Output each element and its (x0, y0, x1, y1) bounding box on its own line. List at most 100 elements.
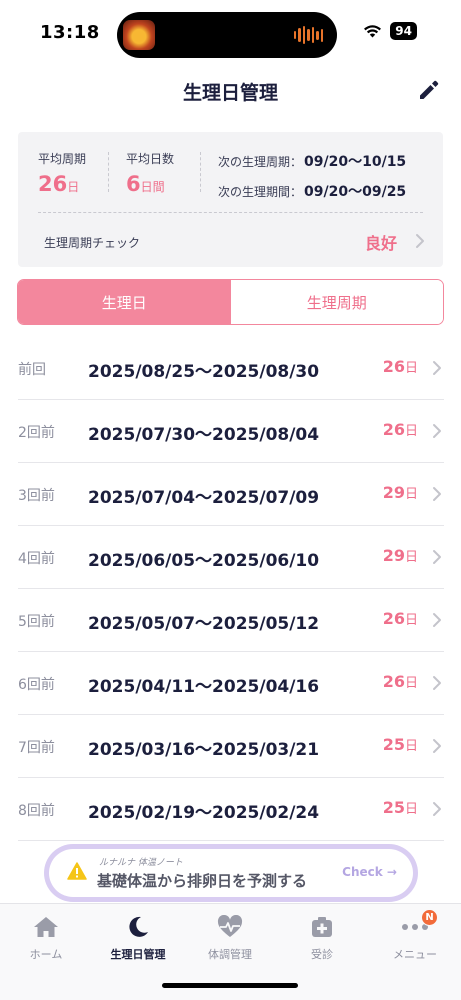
history-cycle-days: 26 (382, 609, 405, 628)
history-date-range: 2025/02/19〜2025/02/24 (88, 803, 320, 823)
tab-home[interactable]: ホーム (0, 912, 92, 962)
history-cycle-days: 26 (382, 357, 405, 376)
history-cycle-days: 26 (382, 672, 405, 691)
history-date-range: 2025/06/05〜2025/06/10 (88, 551, 320, 571)
wifi-icon (364, 25, 382, 38)
home-icon (34, 917, 58, 937)
chevron-right-icon (433, 550, 441, 564)
tab-condition[interactable]: 体調管理 (184, 912, 276, 962)
history-date-range: 2025/05/07〜2025/05/12 (88, 614, 320, 634)
status-bar: 13:18 94 (0, 0, 461, 68)
next-cycle-row: 次の生理周期： 09/20〜10/15 (218, 151, 406, 171)
divider (108, 152, 109, 192)
avg-days-value: 6 (126, 172, 141, 196)
tab-period-days[interactable]: 生理日 (18, 280, 231, 324)
history-index: 8回前 (18, 803, 55, 819)
tab-period-management[interactable]: 生理日管理 (92, 912, 184, 962)
history-index: 7回前 (18, 740, 55, 756)
history-days-unit: 日 (404, 424, 418, 439)
history-index: 3回前 (18, 488, 55, 504)
period-history-list: 前回 2025/08/25〜2025/08/30 26日 2回前 2025/07… (18, 337, 444, 841)
home-indicator[interactable] (162, 983, 298, 988)
banner-check-link[interactable]: Check → (342, 865, 397, 879)
history-cycle-days: 29 (382, 546, 405, 565)
history-row[interactable]: 4回前 2025/06/05〜2025/06/10 29日 (18, 526, 444, 589)
history-row[interactable]: 8回前 2025/02/19〜2025/02/24 25日 (18, 778, 444, 841)
divider (200, 152, 201, 192)
next-period-value: 09/20〜09/25 (304, 184, 407, 200)
history-row[interactable]: 3回前 2025/07/04〜2025/07/09 29日 (18, 463, 444, 526)
history-date-range: 2025/08/25〜2025/08/30 (88, 362, 320, 382)
avg-days-unit: 日間 (140, 180, 165, 194)
edit-button[interactable] (417, 78, 441, 102)
next-period-label: 次の生理期間： (218, 185, 303, 199)
history-cycle-days: 29 (382, 483, 405, 502)
history-index: 5回前 (18, 614, 55, 630)
history-row[interactable]: 5回前 2025/05/07〜2025/05/12 26日 (18, 589, 444, 652)
dynamic-island[interactable] (117, 12, 337, 58)
chevron-right-icon (433, 361, 441, 375)
history-days-unit: 日 (404, 613, 418, 628)
avg-cycle-stat: 平均周期 26日 (38, 150, 86, 196)
temperature-note-banner[interactable]: ルナルナ 体温ノート 基礎体温から排卵日を予測する Check → (44, 844, 418, 902)
chevron-right-icon (416, 234, 424, 248)
history-row[interactable]: 7回前 2025/03/16〜2025/03/21 25日 (18, 715, 444, 778)
moon-icon (129, 916, 148, 937)
tab-period-management-label: 生理日管理 (110, 948, 166, 961)
heart-pulse-icon (217, 915, 243, 937)
avg-days-label: 平均日数 (126, 152, 175, 166)
tab-cycle[interactable]: 生理周期 (230, 280, 443, 324)
next-period-row: 次の生理期間： 09/20〜09/25 (218, 181, 406, 201)
cycle-check-status: 良好 (364, 234, 397, 253)
new-badge: N (421, 909, 438, 926)
next-cycle-value: 09/20〜10/15 (304, 154, 407, 170)
history-days-unit: 日 (404, 550, 418, 565)
history-index: 6回前 (18, 677, 55, 693)
tab-consultation-label: 受診 (311, 948, 333, 961)
avg-cycle-unit: 日 (67, 180, 80, 194)
tab-consultation[interactable]: 受診 (276, 912, 368, 962)
view-segmented-control: 生理日 生理周期 (17, 279, 444, 325)
history-index: 4回前 (18, 551, 55, 567)
chevron-right-icon (433, 739, 441, 753)
tab-menu-label: メニュー (393, 948, 437, 961)
history-days-unit: 日 (404, 676, 418, 691)
battery-indicator: 94 (390, 22, 417, 40)
audio-waveform-icon (293, 26, 323, 44)
page-title: 生理日管理 (182, 82, 278, 104)
tab-home-label: ホーム (29, 948, 63, 961)
now-playing-artwork (123, 20, 155, 50)
history-row[interactable]: 2回前 2025/07/30〜2025/08/04 26日 (18, 400, 444, 463)
tab-menu[interactable]: N メニュー (369, 909, 461, 962)
avg-days-stat: 平均日数 6日間 (126, 150, 174, 196)
avg-cycle-value: 26 (38, 172, 68, 196)
status-time: 13:18 (40, 22, 100, 43)
warning-icon (67, 862, 87, 880)
cycle-check-label: 生理周期チェック (44, 236, 141, 250)
tab-condition-label: 体調管理 (208, 948, 252, 961)
history-days-unit: 日 (404, 802, 418, 817)
cycle-summary-card: 平均周期 26日 平均日数 6日間 次の生理周期： 09/20〜10/15 次の生… (18, 132, 443, 267)
history-days-unit: 日 (404, 361, 418, 376)
history-index: 前回 (18, 362, 46, 378)
status-icons: 94 (363, 22, 417, 40)
banner-message: 基礎体温から排卵日を予測する (97, 872, 308, 890)
history-days-unit: 日 (404, 487, 418, 502)
history-cycle-days: 25 (382, 798, 405, 817)
chevron-right-icon (433, 676, 441, 690)
chevron-right-icon (433, 487, 441, 501)
history-date-range: 2025/04/11〜2025/04/16 (88, 677, 320, 697)
pencil-icon (420, 80, 439, 99)
history-date-range: 2025/07/04〜2025/07/09 (88, 488, 320, 508)
history-cycle-days: 25 (382, 735, 405, 754)
chevron-right-icon (433, 802, 441, 816)
medical-cross-icon (312, 917, 332, 937)
history-date-range: 2025/07/30〜2025/08/04 (88, 425, 320, 445)
next-cycle-label: 次の生理周期： (218, 155, 303, 169)
history-row[interactable]: 前回 2025/08/25〜2025/08/30 26日 (18, 337, 444, 400)
avg-cycle-label: 平均周期 (38, 152, 87, 166)
history-days-unit: 日 (404, 739, 418, 754)
history-date-range: 2025/03/16〜2025/03/21 (88, 740, 320, 760)
history-cycle-days: 26 (382, 420, 405, 439)
history-row[interactable]: 6回前 2025/04/11〜2025/04/16 26日 (18, 652, 444, 715)
